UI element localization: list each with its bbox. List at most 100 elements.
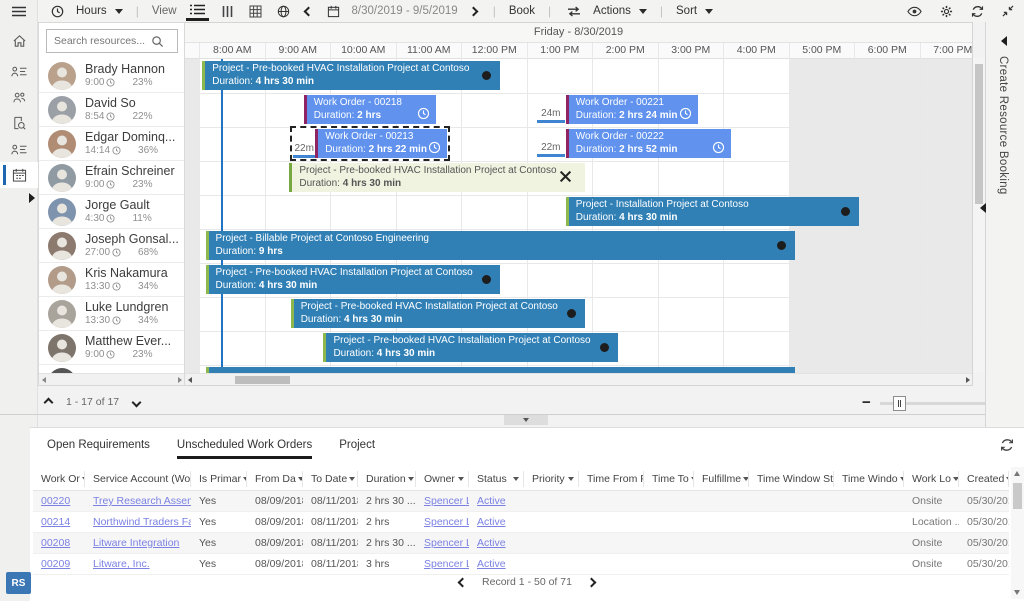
scroll-left-icon[interactable] xyxy=(42,377,46,383)
booking-block[interactable]: Project - Pre-booked HVAC Installation P… xyxy=(205,265,501,294)
resource-row[interactable]: Joseph Gonsal... 27:00 68% xyxy=(39,229,184,263)
pager-up-icon[interactable] xyxy=(43,397,54,407)
resource-row[interactable]: Efrain Schreiner 9:00 23% xyxy=(39,161,184,195)
record-link[interactable]: Active xyxy=(477,558,506,570)
list-view-icon[interactable] xyxy=(185,1,209,21)
hours-dropdown[interactable]: Hours xyxy=(76,5,123,17)
record-link[interactable]: 00209 xyxy=(41,558,70,570)
table-header-cell[interactable]: Service Account (Work . xyxy=(85,470,191,487)
tab-unscheduled-work-orders[interactable]: Unscheduled Work Orders xyxy=(176,439,313,459)
record-link[interactable]: Litware, Inc. xyxy=(93,558,150,570)
grid-body[interactable]: Project - Pre-booked HVAC Installation P… xyxy=(185,59,972,375)
resource-list-hscrollbar[interactable] xyxy=(39,373,184,385)
zoom-slider[interactable] xyxy=(879,395,988,411)
pager-down-icon[interactable] xyxy=(131,397,142,407)
resource-row[interactable]: Brady Hannon 9:00 23% xyxy=(39,59,184,93)
splitter-handle[interactable] xyxy=(504,415,548,425)
table-header-cell[interactable]: From Da xyxy=(247,470,303,487)
table-header-cell[interactable]: Work Lo xyxy=(904,470,959,487)
panel-collapse-icon[interactable] xyxy=(1001,36,1007,46)
cancel-preview-icon[interactable] xyxy=(559,170,573,184)
user-initials-badge[interactable]: RS xyxy=(6,572,31,594)
table-header-cell[interactable]: Status xyxy=(469,470,524,487)
booking-block[interactable]: Work Order - 00221 Duration: 2 hrs 24 min xyxy=(565,95,699,124)
sidebar-item-bookings[interactable] xyxy=(0,136,38,162)
tab-project[interactable]: Project xyxy=(339,439,375,459)
scroll-left-icon[interactable] xyxy=(188,377,192,383)
booking-block[interactable]: Project - Pre-booked HVAC Installation P… xyxy=(289,163,586,192)
scroll-right-icon[interactable] xyxy=(178,377,182,383)
record-link[interactable]: 00220 xyxy=(41,495,70,507)
table-header-cell[interactable]: To Date xyxy=(303,470,358,487)
booking-block[interactable]: Project - Pre-booked HVAC Installation P… xyxy=(290,299,586,328)
scroll-up-icon[interactable] xyxy=(1014,471,1020,476)
map-view-icon[interactable] xyxy=(274,1,293,21)
record-link[interactable]: Active xyxy=(477,516,506,528)
date-range-label[interactable]: 8/30/2019 - 9/5/2019 xyxy=(352,5,458,17)
record-link[interactable]: Spencer L... xyxy=(424,558,469,570)
record-link[interactable]: Trey Research Assembly xyxy=(93,495,191,507)
grid-hscroll-thumb[interactable] xyxy=(235,376,290,384)
zoom-slider-thumb[interactable] xyxy=(892,395,906,411)
booking-block[interactable]: Work Order - 00222 Duration: 2 hrs 52 min xyxy=(565,129,731,158)
record-link[interactable]: Active xyxy=(477,495,506,507)
resource-row[interactable]: Matthew Ever... 9:00 23% xyxy=(39,331,184,365)
filter-caret-icon[interactable] xyxy=(349,476,356,481)
column-view-icon[interactable] xyxy=(218,1,237,21)
record-link[interactable]: Active xyxy=(477,537,506,549)
table-row[interactable]: 00220 Trey Research Assembly Yes 08/09/2018… xyxy=(33,491,1009,512)
panel-expand-icon[interactable] xyxy=(980,203,986,213)
table-header-cell[interactable]: Work Or xyxy=(33,470,85,487)
refresh-icon[interactable] xyxy=(971,5,984,18)
search-input[interactable] xyxy=(47,35,151,47)
table-header-cell[interactable]: Is Primar xyxy=(191,470,247,487)
table-header-cell[interactable]: Fulfillme xyxy=(694,470,749,487)
booking-block[interactable]: Work Order - 00218 Duration: 2 hrs xyxy=(303,95,437,124)
table-header-cell[interactable]: Time To xyxy=(644,470,694,487)
sort-dropdown[interactable]: Sort xyxy=(676,5,714,17)
table-vscroll-thumb[interactable] xyxy=(1013,483,1022,509)
record-link[interactable]: Spencer L... xyxy=(424,537,469,549)
resource-search[interactable] xyxy=(46,29,178,53)
grid-vscrollbar[interactable] xyxy=(973,58,985,372)
table-header-cell[interactable]: Time Windo xyxy=(834,470,904,487)
resource-row[interactable]: David So 8:54 22% xyxy=(39,93,184,127)
actions-dropdown[interactable]: Actions xyxy=(593,5,647,17)
table-header-cell[interactable]: Time Window St xyxy=(749,470,834,487)
grid-view-icon[interactable] xyxy=(246,1,265,21)
tab-open-requirements[interactable]: Open Requirements xyxy=(47,439,150,459)
hamburger-menu-icon[interactable] xyxy=(0,0,38,22)
sidebar-item-resources[interactable] xyxy=(0,58,38,84)
booking-block[interactable]: Project - Billable Project at Contoso En… xyxy=(205,231,796,260)
selected-booking[interactable]: 22m Work Order - 00213 Duration: 2 hrs 22 … xyxy=(290,126,450,161)
sidebar-item-home[interactable] xyxy=(0,28,38,54)
table-header-cell[interactable]: Priority xyxy=(524,470,579,487)
sidebar-item-requirements[interactable] xyxy=(0,110,38,136)
settings-gear-icon[interactable] xyxy=(940,5,953,18)
filter-caret-icon[interactable] xyxy=(952,476,958,481)
record-link[interactable]: Litware Integration xyxy=(93,537,179,549)
record-link[interactable]: 00214 xyxy=(41,516,70,528)
scroll-right-icon[interactable] xyxy=(966,377,970,383)
previous-range-icon[interactable] xyxy=(302,1,315,21)
zoom-out-button[interactable]: − xyxy=(862,395,871,410)
record-link[interactable]: Spencer L... xyxy=(424,495,469,507)
table-header-cell[interactable]: Duration xyxy=(358,470,416,487)
create-booking-panel[interactable]: Create Resource Booking xyxy=(980,22,1024,427)
booking-block[interactable]: Work Order - 00213 Duration: 2 hrs 22 min xyxy=(315,129,447,158)
calendar-icon[interactable] xyxy=(324,1,343,21)
next-range-icon[interactable] xyxy=(467,1,480,21)
sidebar-expand-icon[interactable] xyxy=(29,193,35,203)
booking-block[interactable]: Project - Installation Project at Contos… xyxy=(565,197,860,226)
record-link[interactable]: Spencer L... xyxy=(424,516,469,528)
visibility-icon[interactable] xyxy=(907,6,922,17)
resource-row[interactable]: Kris Nakamura 13:30 34% xyxy=(39,263,184,297)
booking-block[interactable]: Project - Pre-booked HVAC Installation P… xyxy=(202,61,501,90)
table-row[interactable]: 00209 Litware, Inc. Yes 08/09/2018 08/11/201… xyxy=(33,554,1009,575)
grid-vscroll-thumb[interactable] xyxy=(975,64,983,204)
table-refresh-icon[interactable] xyxy=(1000,438,1014,452)
record-link[interactable]: Northwind Traders Fabric... xyxy=(93,516,191,528)
record-link[interactable]: 00208 xyxy=(41,537,70,549)
filter-caret-icon[interactable] xyxy=(513,476,519,481)
next-page-icon[interactable] xyxy=(586,577,597,587)
